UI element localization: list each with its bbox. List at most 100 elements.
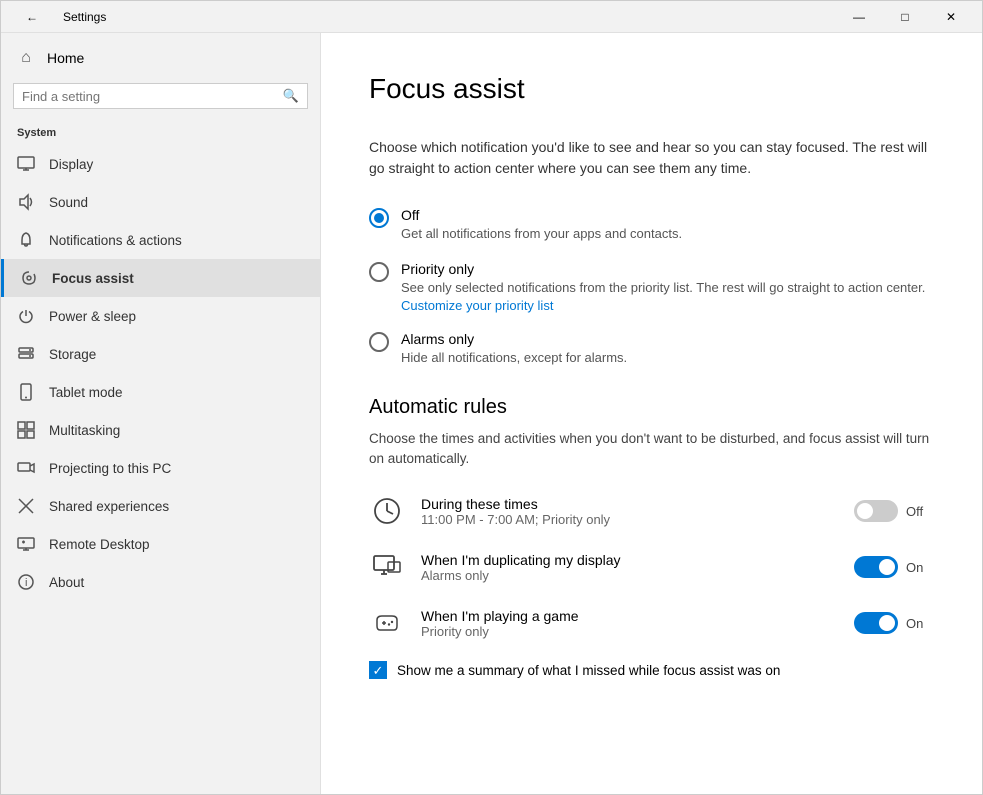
clock-icon [369,493,405,529]
titlebar-title: Settings [63,10,106,24]
sidebar-item-display[interactable]: Display [1,145,320,183]
focus-icon [20,269,38,287]
projecting-icon [17,459,35,477]
search-box[interactable]: 🔍 [13,83,308,109]
radio-alarms[interactable]: Alarms only Hide all notifications, exce… [369,331,934,367]
sidebar-label-storage: Storage [49,347,96,362]
sidebar-label-remote: Remote Desktop [49,537,150,552]
radio-group: Off Get all notifications from your apps… [369,207,934,368]
power-icon [17,307,35,325]
sidebar: ⌂ Home 🔍 System Display [1,33,321,794]
maximize-button[interactable]: □ [882,1,928,33]
summary-checkbox[interactable]: ✓ [369,661,387,679]
radio-text-priority: Priority only See only selected notifica… [401,261,934,313]
rule-label-times: During these times [421,496,838,512]
multitasking-icon [17,421,35,439]
svg-text:i: i [25,577,27,589]
about-icon: i [17,573,35,591]
titlebar-controls: — □ ✕ [836,1,974,33]
checkmark-icon: ✓ [373,664,384,677]
toggle-area-game: On [854,612,934,634]
minimize-button[interactable]: — [836,1,882,33]
toggle-thumb-game [879,615,895,631]
sidebar-label-multitasking: Multitasking [49,423,120,438]
sidebar-label-power: Power & sleep [49,309,136,324]
sidebar-item-focus[interactable]: Focus assist [1,259,320,297]
automatic-rules-desc: Choose the times and activities when you… [369,429,934,470]
automatic-rules-title: Automatic rules [369,396,934,419]
sidebar-item-tablet[interactable]: Tablet mode [1,373,320,411]
checkbox-row[interactable]: ✓ Show me a summary of what I missed whi… [369,661,934,679]
shared-icon [17,497,35,515]
search-input[interactable] [22,89,283,104]
customize-priority-link[interactable]: Customize your priority list [401,298,553,313]
sidebar-item-power[interactable]: Power & sleep [1,297,320,335]
radio-sublabel-off: Get all notifications from your apps and… [401,225,934,243]
sidebar-item-sound[interactable]: Sound [1,183,320,221]
radio-priority[interactable]: Priority only See only selected notifica… [369,261,934,313]
toggle-game[interactable] [854,612,898,634]
tablet-icon [17,383,35,401]
home-icon: ⌂ [17,49,35,67]
radio-sublabel-priority: See only selected notifications from the… [401,279,934,297]
toggle-area-times: Off [854,500,934,522]
rule-label-game: When I'm playing a game [421,608,838,624]
sidebar-label-shared: Shared experiences [49,499,169,514]
rule-sublabel-duplicating: Alarms only [421,568,838,583]
rule-during-times: During these times 11:00 PM - 7:00 AM; P… [369,493,934,529]
sidebar-item-shared[interactable]: Shared experiences [1,487,320,525]
toggle-label-times: Off [906,504,934,519]
rule-text-game: When I'm playing a game Priority only [421,608,838,639]
sidebar-item-storage[interactable]: Storage [1,335,320,373]
section-header: System [1,117,320,145]
close-button[interactable]: ✕ [928,1,974,33]
sidebar-label-notifications: Notifications & actions [49,233,182,248]
remote-icon [17,535,35,553]
radio-label-priority: Priority only [401,261,934,277]
radio-circle-priority [369,262,389,282]
radio-circle-off [369,208,389,228]
rule-sublabel-times: 11:00 PM - 7:00 AM; Priority only [421,512,838,527]
notifications-icon [17,231,35,249]
sound-icon [17,193,35,211]
monitor-icon [369,549,405,585]
toggle-thumb-duplicating [879,559,895,575]
radio-text-off: Off Get all notifications from your apps… [401,207,934,243]
sidebar-label-display: Display [49,157,93,172]
sidebar-label-tablet: Tablet mode [49,385,123,400]
rule-sublabel-game: Priority only [421,624,838,639]
radio-sublabel-alarms: Hide all notifications, except for alarm… [401,349,934,367]
rule-text-times: During these times 11:00 PM - 7:00 AM; P… [421,496,838,527]
radio-off[interactable]: Off Get all notifications from your apps… [369,207,934,243]
toggle-area-duplicating: On [854,556,934,578]
radio-label-off: Off [401,207,934,223]
toggle-duplicating[interactable] [854,556,898,578]
toggle-label-duplicating: On [906,560,934,575]
titlebar: ← Settings — □ ✕ [1,1,982,33]
toggle-label-game: On [906,616,934,631]
main-content: Focus assist Choose which notification y… [321,33,982,794]
radio-text-alarms: Alarms only Hide all notifications, exce… [401,331,934,367]
sidebar-item-about[interactable]: i About [1,563,320,601]
page-description: Choose which notification you'd like to … [369,137,934,179]
radio-circle-alarms [369,332,389,352]
sidebar-item-remote[interactable]: Remote Desktop [1,525,320,563]
sidebar-item-multitasking[interactable]: Multitasking [1,411,320,449]
back-button[interactable]: ← [9,1,55,33]
sidebar-item-projecting[interactable]: Projecting to this PC [1,449,320,487]
toggle-times[interactable] [854,500,898,522]
search-icon: 🔍 [283,88,299,104]
sidebar-home[interactable]: ⌂ Home [1,37,320,79]
home-label: Home [47,50,84,66]
radio-label-alarms: Alarms only [401,331,934,347]
sidebar-item-notifications[interactable]: Notifications & actions [1,221,320,259]
sidebar-label-about: About [49,575,84,590]
sidebar-label-sound: Sound [49,195,88,210]
rule-text-duplicating: When I'm duplicating my display Alarms o… [421,552,838,583]
checkbox-label: Show me a summary of what I missed while… [397,663,780,678]
storage-icon [17,345,35,363]
sidebar-label-focus: Focus assist [52,271,134,286]
toggle-thumb-times [857,503,873,519]
display-icon [17,155,35,173]
page-title: Focus assist [369,73,934,105]
